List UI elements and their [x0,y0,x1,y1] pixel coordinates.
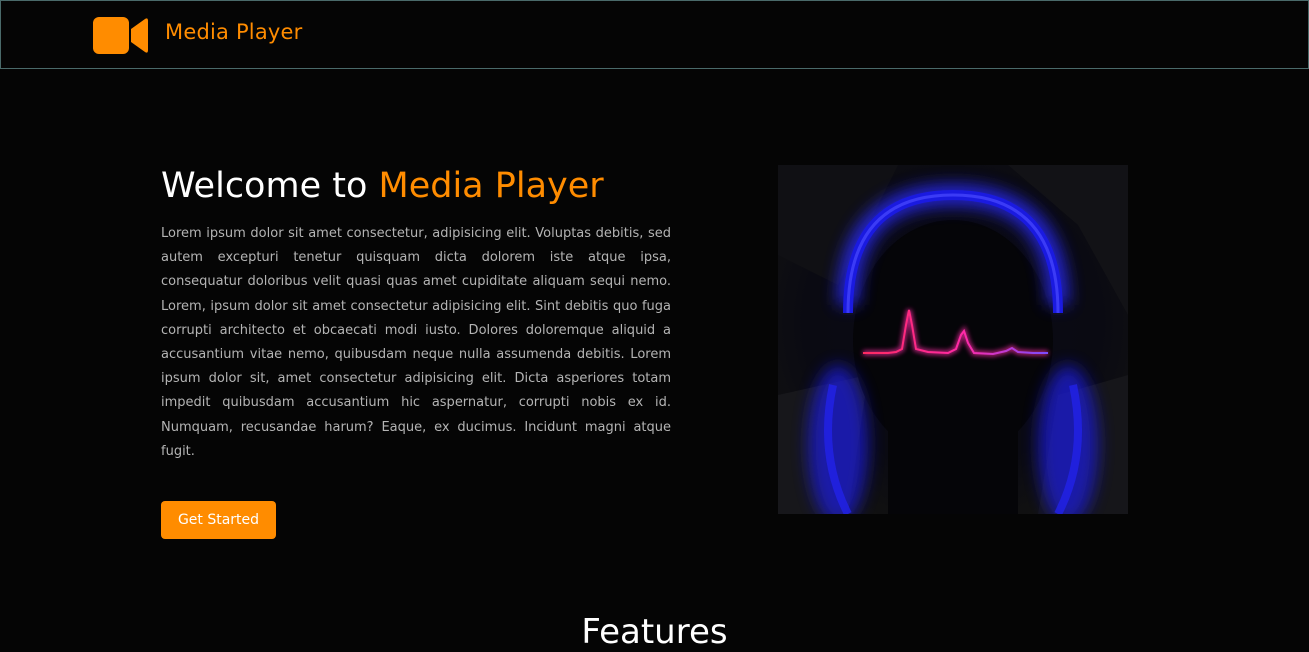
hero-heading-accent: Media Player [378,166,604,206]
hero-heading-prefix: Welcome to [161,166,379,206]
get-started-button[interactable]: Get Started [161,501,276,539]
navbar: Media Player [0,0,1309,69]
hero-description: Lorem ipsum dolor sit amet consectetur, … [161,226,671,459]
video-camera-icon[interactable] [93,17,149,54]
headphones-illustration [778,165,1128,514]
features-title: Features [581,612,728,652]
hero-heading: Welcome to Media Player [161,166,604,206]
app-title[interactable]: Media Player [165,20,303,44]
